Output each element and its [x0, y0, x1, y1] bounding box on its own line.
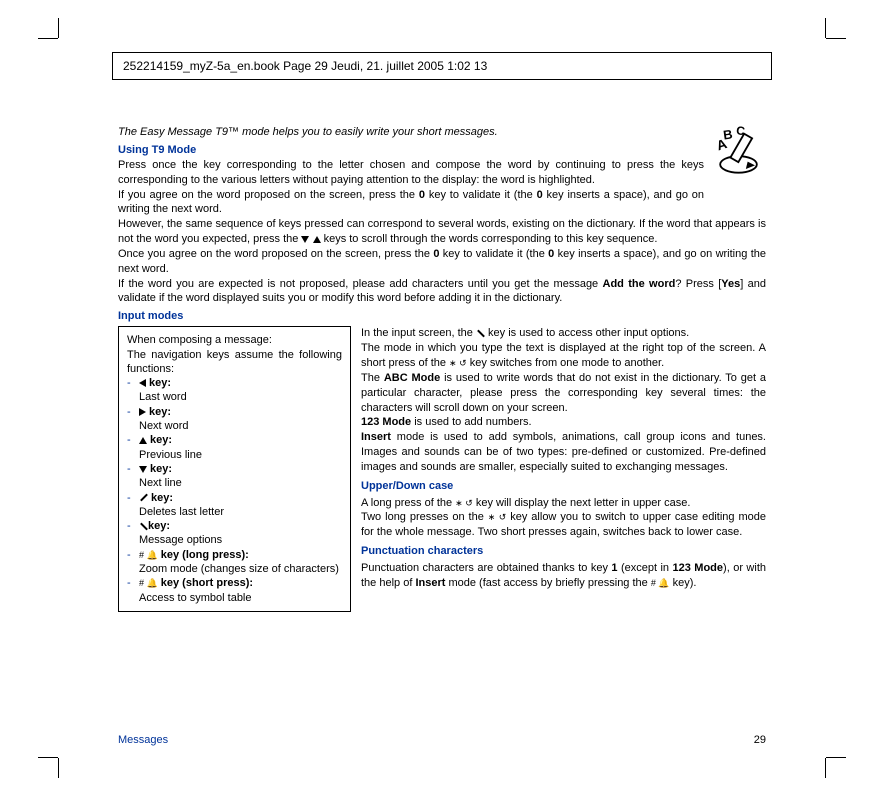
nav-item-zoom: -# 🔔 key (long press): [127, 548, 342, 562]
nav-item-up: - key: [127, 433, 342, 447]
left-arrow-icon [139, 379, 146, 387]
footer-section: Messages [118, 734, 168, 746]
down-arrow-icon [139, 466, 147, 473]
up-arrow-icon [313, 236, 321, 243]
intro-text: The Easy Message T9™ mode helps you to e… [118, 125, 766, 140]
para-4: Once you agree on the word proposed on t… [118, 247, 766, 277]
star-key-icon: ∗ ↺ [488, 512, 506, 522]
nav-item-right: - key: [127, 405, 342, 419]
nav-item-left: - key: [127, 376, 342, 390]
star-key-icon: ∗ ↺ [455, 498, 473, 508]
right-para-1: In the input screen, the key is used to … [361, 326, 766, 341]
heading-punctuation: Punctuation characters [361, 544, 766, 559]
header-text: 252214159_myZ-5a_en.book Page 29 Jeudi, … [123, 59, 487, 73]
heading-using-t9: Using T9 Mode [118, 144, 766, 156]
navbox-lead1: When composing a message: [127, 333, 342, 347]
para-5: If the word you are expected is not prop… [118, 277, 766, 307]
footer-page-number: 29 [754, 734, 766, 746]
right-para-3: The ABC Mode is used to write words that… [361, 371, 766, 416]
navigation-keys-box: When composing a message: The navigation… [118, 326, 351, 612]
right-para-8: Punctuation characters are obtained than… [361, 561, 766, 591]
nav-item-delete: - key: [127, 491, 342, 505]
input-modes-description: In the input screen, the key is used to … [361, 326, 766, 612]
svg-text:B: B [722, 126, 733, 142]
right-para-7: Two long presses on the ∗ ↺ key allow yo… [361, 510, 766, 540]
right-para-6: A long press of the ∗ ↺ key will display… [361, 496, 766, 511]
right-para-5: Insert mode is used to add symbols, anim… [361, 430, 766, 475]
page-footer: Messages 29 [118, 734, 766, 746]
right-arrow-icon [139, 408, 146, 416]
para-3: However, the same sequence of keys press… [118, 217, 766, 247]
up-arrow-icon [139, 437, 147, 444]
page-content: A B C The Easy Message T9™ mode helps yo… [118, 125, 766, 721]
star-key-icon: ∗ ↺ [449, 358, 467, 368]
right-para-2: The mode in which you type the text is d… [361, 341, 766, 371]
hash-bell-icon: # 🔔 [651, 578, 670, 588]
softkey-right-icon [476, 329, 485, 338]
hash-bell-icon: # 🔔 [139, 550, 158, 560]
para-2: If you agree on the word proposed on the… [118, 188, 766, 218]
heading-upper-down: Upper/Down case [361, 479, 766, 494]
nav-item-options: -key: [127, 519, 342, 533]
nav-item-symbol: -# 🔔 key (short press): [127, 576, 342, 590]
navbox-lead2: The navigation keys assume the following… [127, 348, 342, 377]
page-header-device-info: 252214159_myZ-5a_en.book Page 29 Jeudi, … [112, 52, 772, 80]
down-arrow-icon [301, 236, 309, 243]
nav-item-down: - key: [127, 462, 342, 476]
heading-input-modes: Input modes [118, 310, 766, 322]
right-para-4: 123 Mode is used to add numbers. [361, 415, 766, 430]
softkey-right-icon [139, 522, 148, 531]
abc-pencil-icon: A B C [711, 125, 766, 180]
softkey-left-icon [139, 493, 148, 502]
para-1: Press once the key corresponding to the … [118, 158, 766, 188]
hash-bell-icon: # 🔔 [139, 578, 158, 588]
